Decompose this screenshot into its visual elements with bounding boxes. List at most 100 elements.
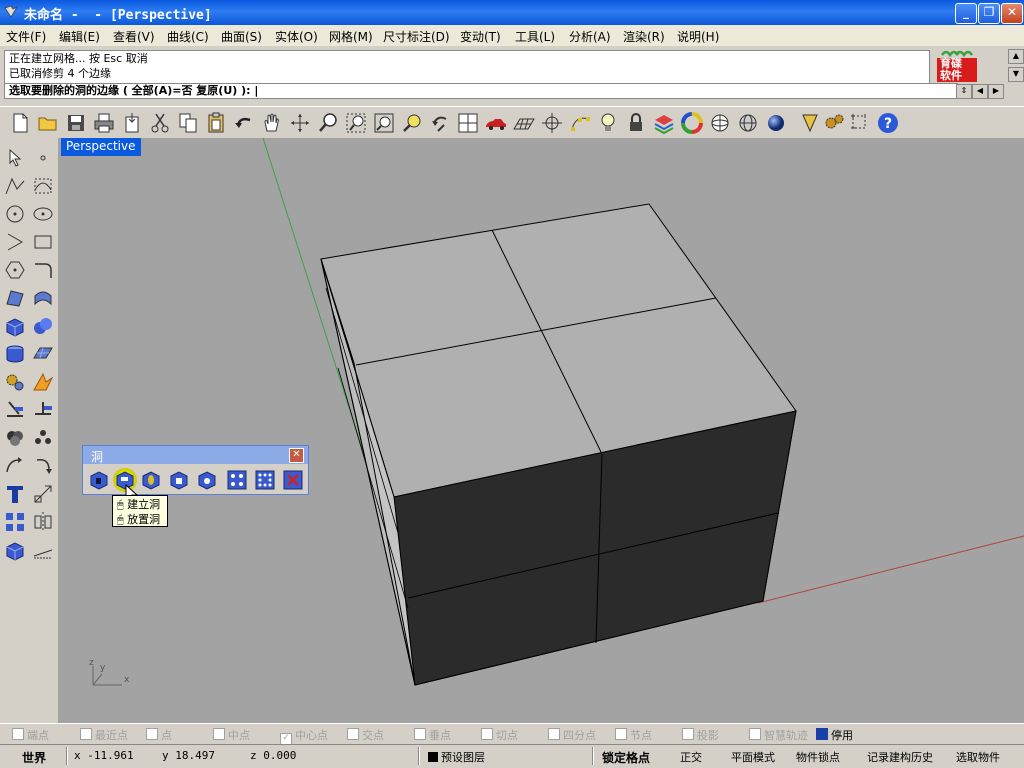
menu-view[interactable]: 查看(V): [113, 28, 155, 45]
prompt-left-arrow[interactable]: ◀: [972, 84, 988, 99]
prompt-right-arrow[interactable]: ▶: [988, 84, 1004, 99]
group-icon[interactable]: [31, 426, 55, 450]
gears-icon[interactable]: [3, 370, 27, 394]
rotate-view-icon[interactable]: [288, 111, 312, 135]
hole-toolbar-titlebar[interactable]: 洞 ✕: [83, 446, 308, 464]
cylinder-solid-icon[interactable]: [3, 342, 27, 366]
car-icon[interactable]: [484, 111, 508, 135]
four-viewports-icon[interactable]: [456, 111, 480, 135]
lock-icon[interactable]: [624, 111, 648, 135]
array-hole-polar-icon[interactable]: [253, 468, 277, 492]
box-icon[interactable]: [3, 538, 27, 562]
circle-icon[interactable]: [3, 202, 27, 226]
sphere-solid-icon[interactable]: [31, 314, 55, 338]
open-folder-icon[interactable]: [36, 111, 60, 135]
status-cplane[interactable]: 世界: [22, 749, 46, 766]
pan-hand-icon[interactable]: [260, 111, 284, 135]
status-osnap[interactable]: 物件锁点: [796, 749, 840, 765]
move-hole-icon[interactable]: [167, 468, 191, 492]
render-sphere-icon[interactable]: [764, 111, 788, 135]
cut-icon[interactable]: [148, 111, 172, 135]
rotate-icon[interactable]: [31, 454, 55, 478]
snap-icon[interactable]: [540, 111, 564, 135]
status-filter[interactable]: 选取物件: [956, 749, 1000, 765]
menu-file[interactable]: 文件(F): [6, 28, 46, 45]
round-hole-icon[interactable]: [139, 468, 163, 492]
status-planar[interactable]: 平面模式: [731, 749, 775, 765]
ellipse-icon[interactable]: [31, 202, 55, 226]
polygon-icon[interactable]: [3, 258, 27, 282]
menu-analyze[interactable]: 分析(A): [569, 28, 611, 45]
box-solid-icon[interactable]: [3, 314, 27, 338]
save-icon[interactable]: [64, 111, 88, 135]
import-icon[interactable]: [120, 111, 144, 135]
scroll-up-arrow[interactable]: ▲: [1008, 49, 1024, 64]
hole-toolbar-close-button[interactable]: ✕: [289, 448, 304, 463]
split-icon[interactable]: [31, 398, 55, 422]
menu-curve[interactable]: 曲线(C): [167, 28, 209, 45]
osnap-end[interactable]: 端点: [12, 727, 49, 743]
osnap-mid[interactable]: 中点: [213, 727, 250, 743]
maximize-button[interactable]: ❐: [978, 3, 1000, 24]
viewport-title[interactable]: Perspective: [61, 138, 141, 156]
color-wheel-icon[interactable]: [680, 111, 704, 135]
surface-sweep-icon[interactable]: [31, 286, 55, 310]
new-file-icon[interactable]: [8, 111, 32, 135]
paste-icon[interactable]: [204, 111, 228, 135]
osnap-knot[interactable]: 节点: [615, 727, 652, 743]
fillet-curve-icon[interactable]: [31, 258, 55, 282]
menu-help[interactable]: 说明(H): [677, 28, 719, 45]
surface-corner-icon[interactable]: [3, 286, 27, 310]
shaded-sphere-icon[interactable]: [708, 111, 732, 135]
mesh-plane-icon[interactable]: [31, 342, 55, 366]
select-arrow-icon[interactable]: [3, 146, 27, 170]
render-cone-icon[interactable]: [798, 111, 822, 135]
print-icon[interactable]: [92, 111, 116, 135]
settings-gears-icon[interactable]: [822, 111, 846, 135]
menu-solid[interactable]: 实体(O): [275, 28, 318, 45]
status-grid-snap[interactable]: 锁定格点: [602, 749, 650, 766]
osnap-center[interactable]: ✓ 中心点: [280, 727, 328, 745]
scale-icon[interactable]: [31, 482, 55, 506]
rotate-hole-icon[interactable]: [195, 468, 219, 492]
explode-icon[interactable]: [31, 370, 55, 394]
light-bulb-icon[interactable]: [596, 111, 620, 135]
osnap-project[interactable]: 投影: [682, 727, 719, 743]
copy-icon[interactable]: [176, 111, 200, 135]
prompt-spin-icon[interactable]: ⇕: [956, 84, 972, 99]
menu-render[interactable]: 渲染(R): [623, 28, 665, 45]
status-history[interactable]: 记录建构历史: [867, 749, 933, 765]
dimension-icon[interactable]: [31, 538, 55, 562]
osnap-disable[interactable]: 停用: [816, 727, 853, 743]
menu-transform[interactable]: 变动(T): [460, 28, 501, 45]
curve-icon[interactable]: [31, 174, 55, 198]
osnap-tan[interactable]: 切点: [481, 727, 518, 743]
arc-icon[interactable]: [3, 230, 27, 254]
minimize-button[interactable]: _: [955, 3, 977, 24]
make-hole-icon[interactable]: [87, 468, 111, 492]
zoom-selected-icon[interactable]: [400, 111, 424, 135]
perspective-viewport[interactable]: x z y Perspective: [58, 138, 1024, 723]
scroll-down-arrow[interactable]: ▼: [1008, 67, 1024, 82]
wire-sphere-icon[interactable]: [736, 111, 760, 135]
status-layer[interactable]: 预设图层: [428, 749, 485, 765]
close-button[interactable]: ✕: [1001, 3, 1023, 24]
array-hole-icon[interactable]: [225, 468, 249, 492]
zoom-icon[interactable]: [316, 111, 340, 135]
undo-view-icon[interactable]: [428, 111, 452, 135]
delete-hole-icon[interactable]: [281, 468, 305, 492]
menu-edit[interactable]: 编辑(E): [59, 28, 100, 45]
undo-icon[interactable]: [232, 111, 256, 135]
osnap-near[interactable]: 最近点: [80, 727, 128, 743]
menu-tools[interactable]: 工具(L): [515, 28, 555, 45]
text-icon[interactable]: [3, 482, 27, 506]
menu-mesh[interactable]: 网格(M): [329, 28, 373, 45]
move-icon[interactable]: [3, 454, 27, 478]
osnap-smarttrack[interactable]: 智慧轨迹: [749, 727, 808, 743]
command-prompt[interactable]: 选取要删除的洞的边缘 ( 全部(A)=否 复原(U) ): |: [4, 83, 958, 99]
polyline-icon[interactable]: [3, 174, 27, 198]
boolean-union-icon[interactable]: [3, 426, 27, 450]
osnap-perp[interactable]: 垂点: [414, 727, 451, 743]
menu-surface[interactable]: 曲面(S): [221, 28, 262, 45]
point-icon[interactable]: [31, 146, 55, 170]
